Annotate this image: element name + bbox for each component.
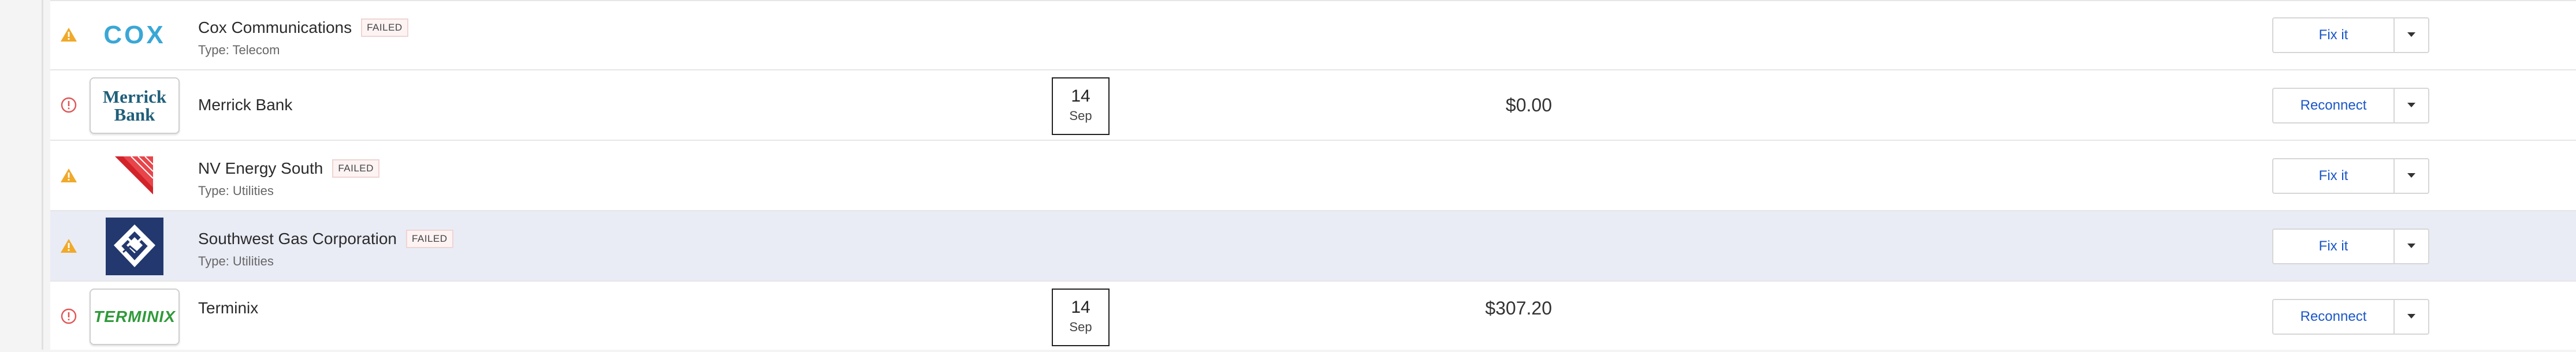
connection-row-terminix[interactable]: TERMINIX Terminix 14 Sep $307.20 Reconne… bbox=[50, 282, 2576, 352]
fix-it-button[interactable]: Fix it bbox=[2273, 230, 2395, 263]
connection-name: Southwest Gas Corporation FAILED bbox=[198, 230, 453, 248]
fix-it-button[interactable]: Fix it bbox=[2273, 159, 2395, 193]
warning-icon bbox=[59, 236, 79, 256]
fix-it-button[interactable]: Fix it bbox=[2273, 18, 2395, 52]
date-month: Sep bbox=[1069, 320, 1092, 334]
nv-energy-logo bbox=[90, 148, 180, 204]
connection-name-text: NV Energy South bbox=[198, 159, 323, 177]
merrick-bank-logo: Merrick Bank bbox=[90, 77, 180, 134]
caret-down-icon bbox=[2407, 241, 2416, 252]
connection-name: Cox Communications FAILED bbox=[198, 18, 408, 37]
connection-type: Type: Telecom bbox=[198, 43, 280, 57]
info-circle-icon bbox=[59, 306, 79, 326]
merrick-logo-line2: Bank bbox=[114, 104, 155, 125]
connection-name-text: Cox Communications bbox=[198, 18, 352, 36]
failed-badge: FAILED bbox=[405, 230, 453, 248]
connection-row-cox[interactable]: COX Cox Communications FAILED Type: Telec… bbox=[50, 0, 2576, 70]
connection-row-southwest-gas[interactable]: Southwest Gas Corporation FAILED Type: Ut… bbox=[50, 211, 2576, 282]
reconnect-button[interactable]: Reconnect bbox=[2273, 89, 2395, 122]
date-day: 14 bbox=[1071, 298, 1090, 317]
connection-name: Merrick Bank bbox=[198, 96, 293, 114]
connection-row-merrick-bank[interactable]: Merrick Bank Merrick Bank 14 Sep $0.00 R… bbox=[50, 70, 2576, 141]
action-dropdown-toggle[interactable] bbox=[2395, 18, 2428, 52]
action-dropdown-toggle[interactable] bbox=[2395, 230, 2428, 263]
connection-name-text: Southwest Gas Corporation bbox=[198, 230, 397, 248]
connection-name: Terminix bbox=[198, 299, 259, 317]
failed-badge: FAILED bbox=[332, 159, 379, 178]
connection-row-nv-energy[interactable]: NV Energy South FAILED Type: Utilities Fi… bbox=[50, 141, 2576, 211]
connection-type: Type: Utilities bbox=[198, 254, 274, 268]
connection-name: NV Energy South FAILED bbox=[198, 159, 379, 178]
action-dropdown-toggle[interactable] bbox=[2395, 159, 2428, 193]
date-badge: 14 Sep bbox=[1052, 289, 1110, 346]
caret-down-icon bbox=[2407, 171, 2416, 181]
amount: $0.00 bbox=[1505, 95, 1552, 115]
row-divider bbox=[50, 0, 2576, 1]
warning-icon bbox=[59, 166, 79, 185]
action-dropdown-toggle[interactable] bbox=[2395, 89, 2428, 122]
fix-it-button-group: Fix it bbox=[2272, 17, 2429, 53]
reconnect-button-group: Reconnect bbox=[2272, 299, 2429, 335]
date-month: Sep bbox=[1069, 108, 1092, 123]
action-dropdown-toggle[interactable] bbox=[2395, 300, 2428, 334]
date-day: 14 bbox=[1071, 87, 1090, 106]
terminix-logo: TERMINIX bbox=[90, 289, 180, 345]
left-rail bbox=[0, 0, 43, 350]
caret-down-icon bbox=[2407, 312, 2416, 322]
amount: $307.20 bbox=[1485, 298, 1552, 319]
reconnect-button[interactable]: Reconnect bbox=[2273, 300, 2395, 334]
date-badge: 14 Sep bbox=[1052, 77, 1110, 135]
connections-list: COX Cox Communications FAILED Type: Telec… bbox=[50, 0, 2576, 350]
cox-logo-text: COX bbox=[103, 21, 166, 49]
cox-logo: COX bbox=[90, 7, 180, 63]
merrick-logo-line1: Merrick bbox=[102, 87, 167, 107]
failed-badge: FAILED bbox=[361, 18, 408, 37]
caret-down-icon bbox=[2407, 30, 2416, 40]
fix-it-button-group: Fix it bbox=[2272, 158, 2429, 194]
warning-icon bbox=[59, 25, 79, 44]
fix-it-button-group: Fix it bbox=[2272, 229, 2429, 264]
info-circle-icon bbox=[59, 95, 79, 115]
southwest-gas-logo bbox=[90, 218, 180, 275]
caret-down-icon bbox=[2407, 100, 2416, 111]
connection-type: Type: Utilities bbox=[198, 184, 274, 198]
terminix-logo-text: TERMINIX bbox=[94, 308, 176, 325]
reconnect-button-group: Reconnect bbox=[2272, 88, 2429, 123]
